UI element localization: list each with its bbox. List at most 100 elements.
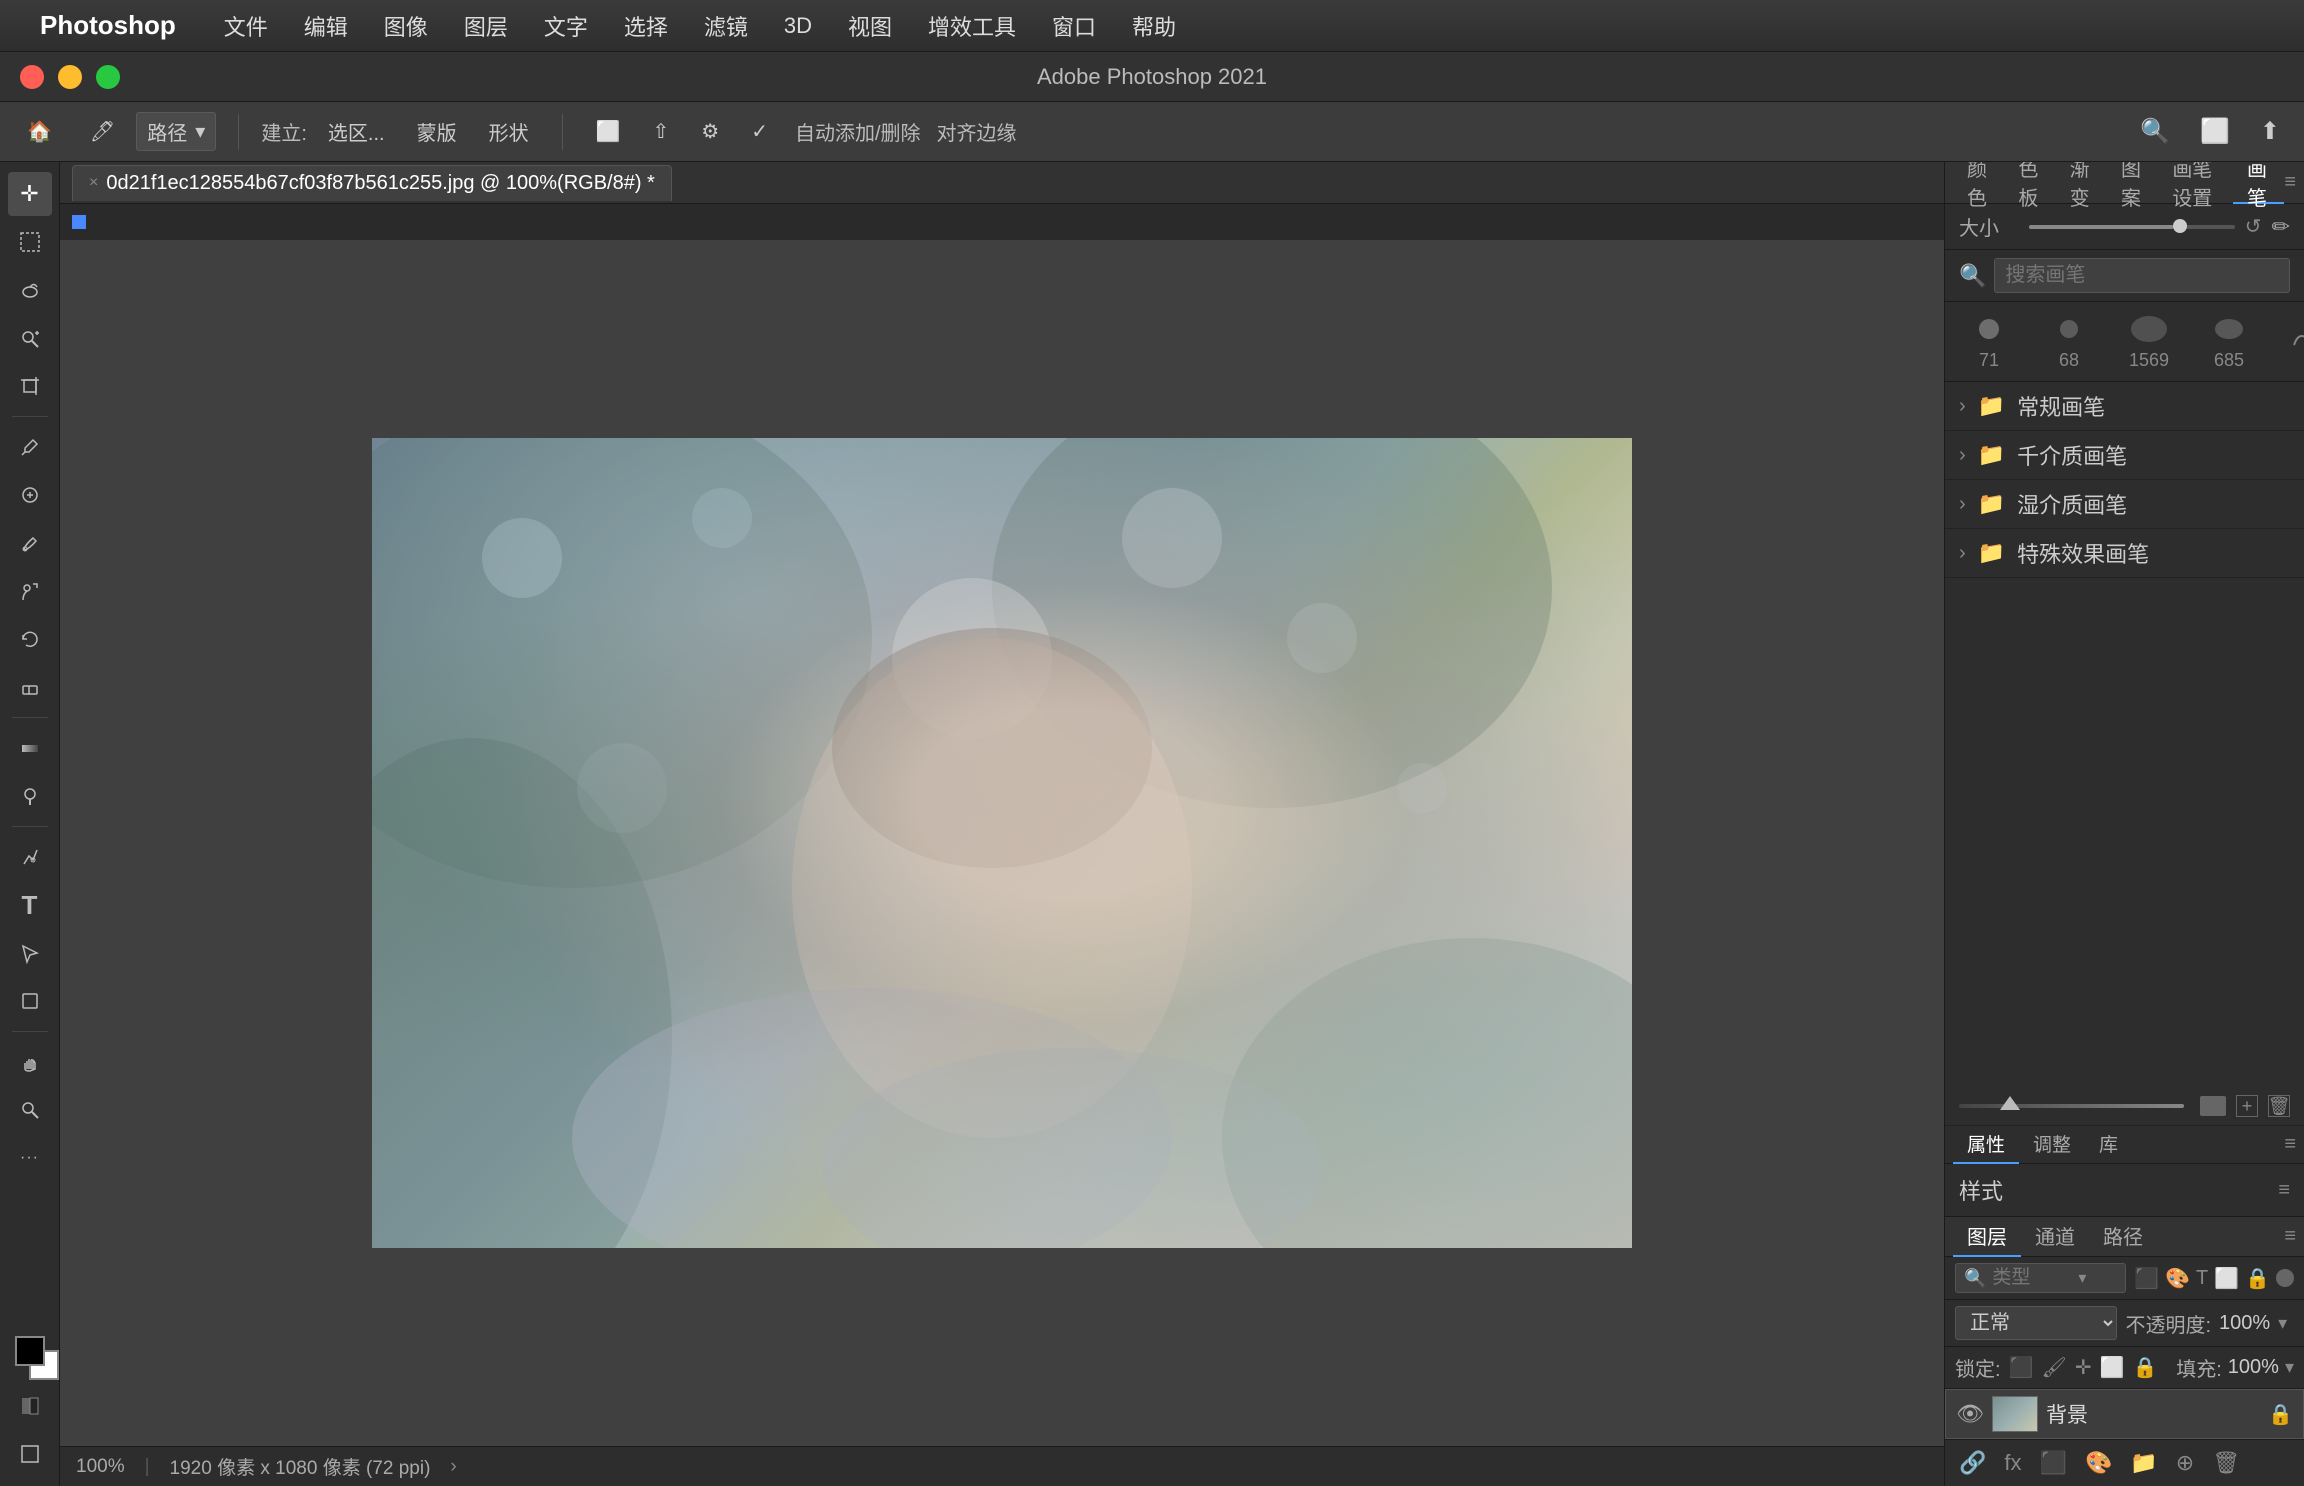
mask-button[interactable]: 蒙版: [406, 112, 468, 151]
layer-effects-icon[interactable]: fx: [2000, 1446, 2025, 1480]
tab-libraries[interactable]: 库: [2085, 1126, 2132, 1164]
zoom-tool[interactable]: [8, 1088, 52, 1132]
status-arrow[interactable]: ›: [450, 1456, 456, 1478]
pen-mode-dropdown[interactable]: 路径 ▾: [136, 112, 216, 151]
tab-color[interactable]: 颜色: [1953, 162, 2004, 204]
tab-swatches[interactable]: 色板: [2004, 162, 2055, 204]
app-name[interactable]: Photoshop: [40, 10, 176, 41]
panel-menu-icon[interactable]: ≡: [2284, 171, 2296, 194]
type-tool[interactable]: T: [8, 883, 52, 927]
path-settings-button[interactable]: ⚙: [690, 114, 730, 149]
tab-pattern[interactable]: 图案: [2107, 162, 2158, 204]
brush-preset-3[interactable]: 1569: [2119, 312, 2179, 371]
menu-help[interactable]: 帮助: [1114, 0, 1194, 52]
clone-tool[interactable]: [8, 569, 52, 613]
link-layers-icon[interactable]: 🔗: [1955, 1446, 1990, 1480]
tab-brush-settings[interactable]: 画笔设置: [2158, 162, 2233, 204]
menu-3d[interactable]: 3D: [766, 0, 830, 52]
minimize-button[interactable]: [58, 65, 82, 89]
layer-filter-text[interactable]: T: [2196, 1267, 2208, 1290]
layer-background[interactable]: 👁 背景 🔒: [1945, 1389, 2304, 1439]
tab-paths[interactable]: 路径: [2089, 1217, 2157, 1257]
search-dropdown-icon[interactable]: ▾: [2078, 1268, 2086, 1288]
layer-filter-smart[interactable]: 🔒: [2245, 1266, 2270, 1291]
brush-preset-4[interactable]: 685: [2199, 312, 2259, 371]
tab-close-icon[interactable]: ×: [89, 174, 98, 192]
brush-size-slider[interactable]: [2029, 225, 2235, 229]
pen-mode-button[interactable]: 🖊: [79, 114, 126, 149]
hand-tool[interactable]: [8, 1040, 52, 1084]
brush-edit-icon[interactable]: ✏: [2272, 214, 2290, 240]
style-menu-icon[interactable]: ≡: [2278, 1179, 2290, 1202]
menu-filter[interactable]: 滤镜: [686, 0, 766, 52]
brush-group-dry[interactable]: › 📁 千介质画笔: [1945, 431, 2304, 480]
more-tools[interactable]: ···: [8, 1136, 52, 1180]
menu-select[interactable]: 选择: [606, 0, 686, 52]
tab-adjustments[interactable]: 调整: [2019, 1126, 2085, 1164]
selection-button[interactable]: 选区...: [317, 112, 396, 151]
layer-filter-pixel[interactable]: ⬛: [2134, 1266, 2159, 1291]
move-tool[interactable]: ✛: [8, 172, 52, 216]
layer-mask-icon[interactable]: ⬛: [2036, 1446, 2071, 1480]
brush-preset-1[interactable]: 71: [1959, 312, 2019, 371]
screen-mode-icon[interactable]: ⬜: [2192, 113, 2238, 150]
lock-artboard[interactable]: ⬜: [2100, 1355, 2125, 1380]
attr-panel-menu[interactable]: ≡: [2284, 1133, 2296, 1156]
shape-button[interactable]: 形状: [478, 112, 540, 151]
layer-filter-shape[interactable]: ⬜: [2214, 1266, 2239, 1291]
brush-group-regular[interactable]: › 📁 常规画笔: [1945, 382, 2304, 431]
tab-channels[interactable]: 通道: [2021, 1217, 2089, 1257]
marquee-tool[interactable]: [8, 220, 52, 264]
lock-all[interactable]: 🔒: [2133, 1355, 2158, 1380]
close-button[interactable]: [20, 65, 44, 89]
tab-layers[interactable]: 图层: [1953, 1217, 2021, 1257]
path-combine-button[interactable]: ⬜: [585, 114, 632, 149]
layers-search-input[interactable]: [1992, 1267, 2072, 1289]
eraser-tool[interactable]: [8, 665, 52, 709]
brush-tool[interactable]: [8, 521, 52, 565]
layer-filter-adjust[interactable]: 🎨: [2165, 1266, 2190, 1291]
share-icon[interactable]: ⬆: [2252, 113, 2288, 150]
menu-view[interactable]: 视图: [830, 0, 910, 52]
brush-preset-5[interactable]: [2279, 323, 2304, 361]
menu-file[interactable]: 文件: [206, 0, 286, 52]
lasso-tool[interactable]: [8, 268, 52, 312]
tab-properties[interactable]: 属性: [1953, 1126, 2019, 1164]
tab-gradient[interactable]: 渐变: [2056, 162, 2107, 204]
new-layer-icon[interactable]: ⊕: [2172, 1446, 2198, 1480]
brush-reset-icon[interactable]: ↺: [2245, 214, 2262, 239]
opacity-arrow[interactable]: ▾: [2278, 1313, 2287, 1334]
dodge-tool[interactable]: [8, 774, 52, 818]
gradient-tool[interactable]: [8, 726, 52, 770]
layer-visibility-icon[interactable]: 👁: [1956, 1401, 1984, 1427]
path-check-button[interactable]: ✓: [740, 114, 779, 149]
search-icon[interactable]: 🔍: [2132, 113, 2178, 150]
lock-transparency[interactable]: ⬛: [2009, 1355, 2034, 1380]
path-align-button[interactable]: ⇧: [641, 114, 680, 149]
spot-heal-tool[interactable]: [8, 473, 52, 517]
brush-group-wet[interactable]: › 📁 湿介质画笔: [1945, 480, 2304, 529]
foreground-color[interactable]: [15, 1336, 45, 1366]
history-brush-tool[interactable]: [8, 617, 52, 661]
menu-plugins[interactable]: 增效工具: [910, 0, 1034, 52]
fill-layer-icon[interactable]: 🎨: [2081, 1446, 2116, 1480]
quick-select-tool[interactable]: [8, 316, 52, 360]
layers-search[interactable]: 🔍 ▾: [1955, 1263, 2126, 1293]
menu-edit[interactable]: 编辑: [286, 0, 366, 52]
brush-preset-2[interactable]: 68: [2039, 312, 2099, 371]
menu-layer[interactable]: 图层: [446, 0, 526, 52]
crop-tool[interactable]: [8, 364, 52, 408]
layers-menu-icon[interactable]: ≡: [2284, 1225, 2296, 1248]
eyedropper-tool[interactable]: [8, 425, 52, 469]
brush-search-input[interactable]: [1994, 258, 2290, 293]
lock-pixels[interactable]: 🖌: [2041, 1355, 2066, 1380]
blend-mode-select[interactable]: 正常: [1955, 1306, 2117, 1340]
new-group-icon[interactable]: 📁: [2126, 1446, 2161, 1480]
delete-brush-icon[interactable]: 🗑: [2268, 1095, 2290, 1117]
delete-layer-icon[interactable]: 🗑: [2208, 1446, 2244, 1480]
canvas-container[interactable]: [60, 240, 1944, 1446]
menu-text[interactable]: 文字: [526, 0, 606, 52]
pen-tool[interactable]: [8, 835, 52, 879]
path-select-tool[interactable]: [8, 931, 52, 975]
lock-position[interactable]: ✛: [2075, 1355, 2092, 1380]
